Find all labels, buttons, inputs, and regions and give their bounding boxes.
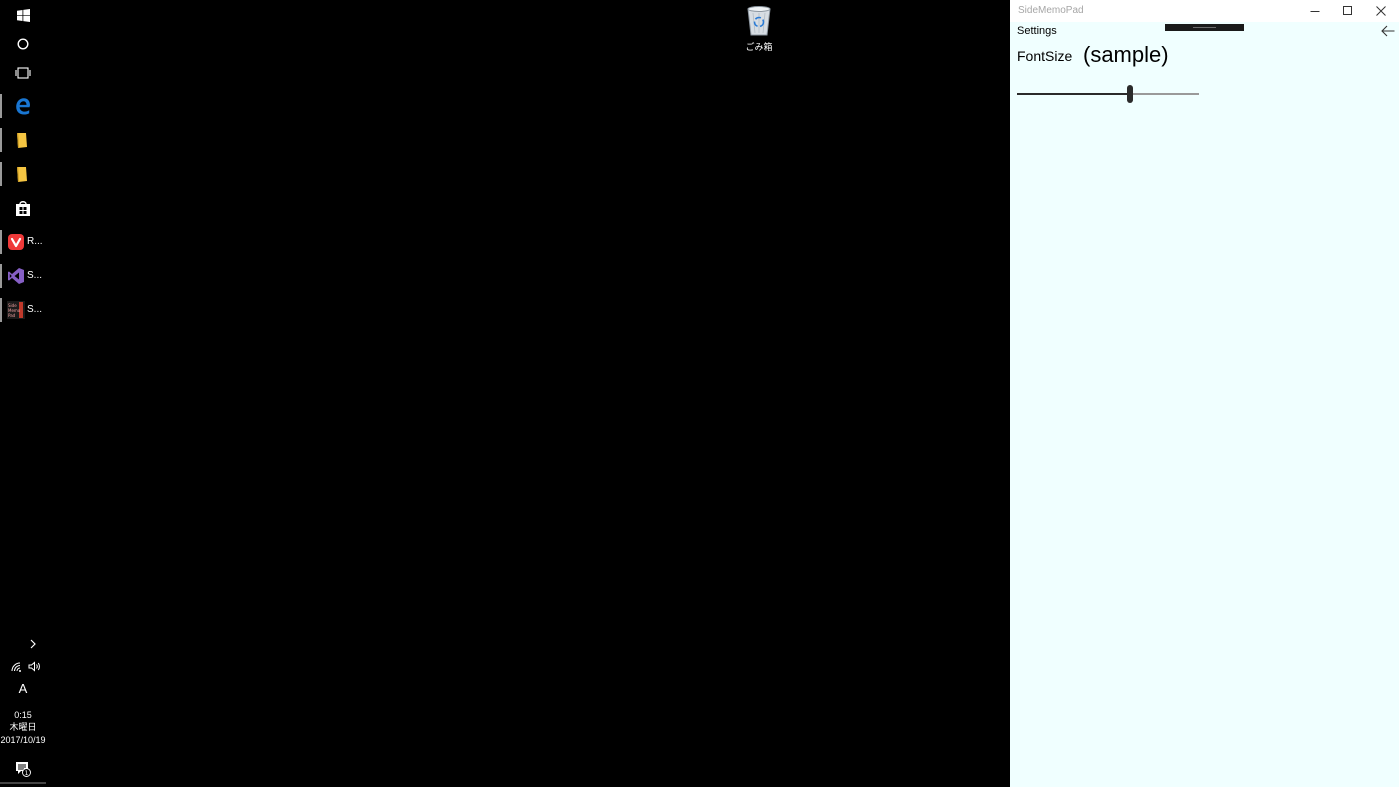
windows-start-icon	[16, 8, 30, 22]
chevron-right-icon	[30, 639, 36, 649]
maximize-button[interactable]	[1331, 0, 1364, 22]
speaker-icon	[28, 660, 40, 672]
running-indicator	[0, 230, 2, 254]
store-bag-icon	[16, 201, 30, 216]
task-view-button[interactable]	[0, 58, 46, 88]
drag-grip	[1193, 27, 1216, 28]
running-indicator	[0, 162, 2, 186]
slider-track	[1130, 93, 1199, 95]
title-bar[interactable]: SideMemoPad	[1010, 0, 1399, 22]
network-button[interactable]	[8, 658, 26, 676]
clock-time: 0:15	[14, 710, 32, 720]
drag-handle[interactable]	[1165, 24, 1244, 31]
taskbar-app-explorer-1[interactable]	[0, 124, 46, 156]
cortana-circle-icon	[17, 38, 29, 50]
action-center-button[interactable]: 1	[0, 756, 46, 782]
search-button[interactable]	[0, 29, 46, 59]
ime-indicator[interactable]: A	[0, 681, 46, 697]
settings-page: Settings FontSize (sample)	[1010, 22, 1399, 787]
taskbar-app-explorer-2[interactable]	[0, 158, 46, 190]
vivaldi-icon	[8, 234, 24, 250]
wifi-icon	[11, 662, 21, 672]
start-button[interactable]	[0, 0, 46, 30]
desktop-icon-label: ごみ箱	[745, 42, 773, 52]
clock-date: 2017/10/19	[0, 735, 46, 745]
window-title: SideMemoPad	[1018, 5, 1084, 16]
file-explorer-icon	[17, 133, 27, 148]
taskbar-app-label: S...	[27, 304, 43, 315]
taskbar-app-sidememopad[interactable]: Side Memo Pad S...	[0, 294, 46, 326]
taskbar: R... S... Side Memo Pad S... A 0:15 木曜日 …	[0, 0, 46, 787]
running-indicator	[0, 128, 2, 152]
action-center-icon: 1	[16, 762, 31, 777]
taskbar-app-vivaldi[interactable]: R...	[0, 226, 46, 258]
font-size-sample: (sample)	[1083, 42, 1169, 67]
notification-count: 1	[25, 770, 29, 777]
clock[interactable]: 0:15 木曜日 2017/10/19	[0, 709, 46, 747]
volume-button[interactable]	[25, 657, 43, 675]
font-size-slider[interactable]	[1017, 85, 1199, 103]
svg-text:Pad: Pad	[8, 313, 16, 318]
running-indicator	[0, 264, 2, 288]
taskbar-app-visual-studio[interactable]: S...	[0, 260, 46, 292]
task-view-icon	[15, 67, 31, 79]
minimize-icon	[1310, 11, 1319, 12]
clock-weekday: 木曜日	[9, 722, 37, 732]
slider-thumb[interactable]	[1127, 85, 1133, 103]
running-indicator	[0, 298, 2, 322]
close-icon	[1375, 6, 1386, 16]
minimize-button[interactable]	[1298, 0, 1331, 22]
recycle-bin-icon	[747, 6, 771, 36]
show-hidden-icons-button[interactable]	[20, 634, 46, 654]
desktop-icon-recycle-bin[interactable]: ごみ箱	[736, 4, 782, 58]
close-button[interactable]	[1364, 0, 1397, 22]
edge-browser-icon	[16, 98, 30, 115]
running-indicator	[0, 94, 2, 118]
sidememopad-app-icon: Side Memo Pad	[7, 301, 25, 319]
taskbar-app-edge[interactable]	[0, 90, 46, 122]
back-button[interactable]	[1377, 22, 1399, 40]
active-underline	[0, 782, 46, 784]
taskbar-app-label: S...	[27, 270, 43, 281]
page-title: Settings	[1017, 25, 1057, 37]
screen: R... S... Side Memo Pad S... A 0:15 木曜日 …	[0, 0, 1399, 787]
font-size-label: FontSize	[1017, 48, 1073, 64]
file-explorer-icon	[17, 167, 27, 182]
maximize-icon	[1342, 6, 1352, 15]
back-arrow-icon	[1381, 25, 1395, 37]
taskbar-app-store[interactable]	[0, 192, 46, 224]
app-window: SideMemoPad Settings FontSize (sample)	[1010, 0, 1399, 787]
slider-track-fill	[1017, 93, 1130, 95]
visual-studio-icon	[8, 268, 24, 284]
taskbar-app-label: R...	[27, 236, 43, 247]
